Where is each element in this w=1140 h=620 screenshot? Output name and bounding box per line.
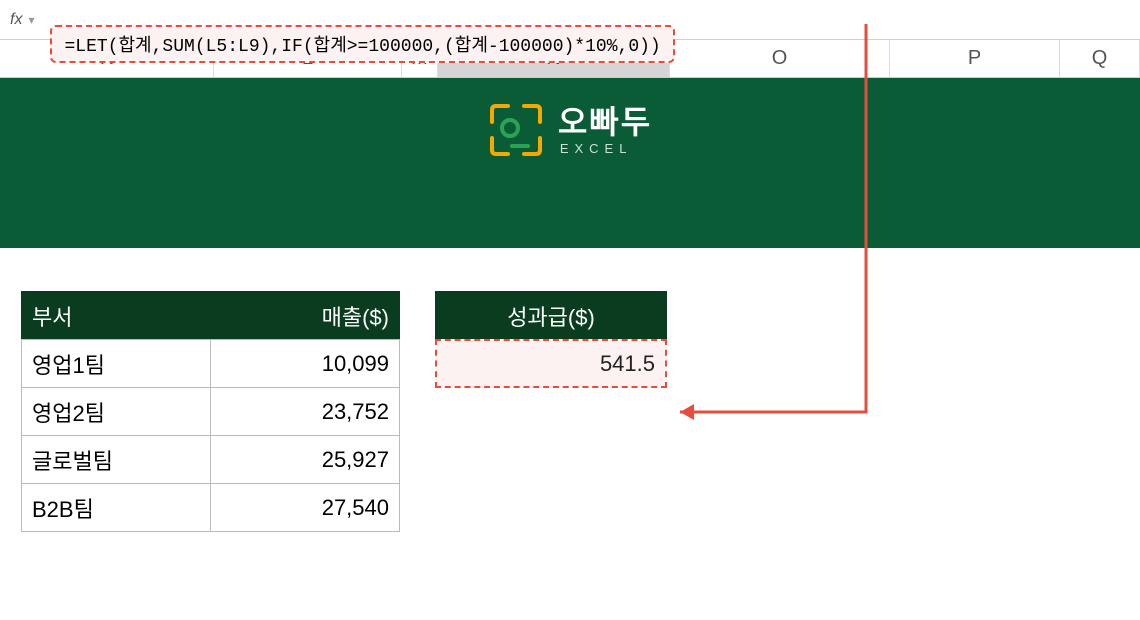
col-header-Q[interactable]: Q xyxy=(1060,40,1140,77)
table-row: 영업1팀 10,099 541.5 xyxy=(22,340,1140,388)
fx-icon[interactable]: fx xyxy=(0,11,28,29)
logo-icon xyxy=(488,102,544,158)
header-sales[interactable]: 매출($) xyxy=(210,291,400,340)
brand-logo: 오빠두 EXCEL xyxy=(488,102,652,158)
formula-input[interactable]: =LET(합계,SUM(L5:L9),IF(합계>=100000,(합계-100… xyxy=(50,25,674,63)
cell-dept[interactable]: 영업1팀 xyxy=(21,339,211,388)
cell-dept[interactable]: B2B팀 xyxy=(21,483,211,532)
cell-dept[interactable]: 글로벌팀 xyxy=(21,435,211,484)
header-bonus[interactable]: 성과급($) xyxy=(435,291,667,340)
brand-name-kr: 오빠두 xyxy=(558,106,652,138)
cell-sales[interactable]: 23,752 xyxy=(210,387,400,436)
cell-sales[interactable]: 25,927 xyxy=(210,435,400,484)
cell-sales[interactable]: 10,099 xyxy=(210,339,400,388)
brand-name-en: EXCEL xyxy=(560,142,652,155)
brand-banner: 오빠두 EXCEL xyxy=(0,78,1140,248)
col-header-O[interactable]: O xyxy=(670,40,890,77)
table-row: B2B팀 27,540 xyxy=(22,484,1140,532)
sheet-area: 부서 매출($) 성과급($) 영업1팀 10,099 541.5 영업2팀 2… xyxy=(0,248,1140,532)
col-header-P[interactable]: P xyxy=(890,40,1060,77)
table-row: 영업2팀 23,752 xyxy=(22,388,1140,436)
formula-bar: fx ▾ =LET(합계,SUM(L5:L9),IF(합계>=100000,(합… xyxy=(0,0,1140,40)
table-header-row: 부서 매출($) 성과급($) xyxy=(22,292,1140,340)
chevron-down-icon[interactable]: ▾ xyxy=(28,13,42,27)
header-dept[interactable]: 부서 xyxy=(21,291,211,340)
cell-bonus-result[interactable]: 541.5 xyxy=(435,339,667,388)
table-row: 글로벌팀 25,927 xyxy=(22,436,1140,484)
cell-sales[interactable]: 27,540 xyxy=(210,483,400,532)
cell-dept[interactable]: 영업2팀 xyxy=(21,387,211,436)
